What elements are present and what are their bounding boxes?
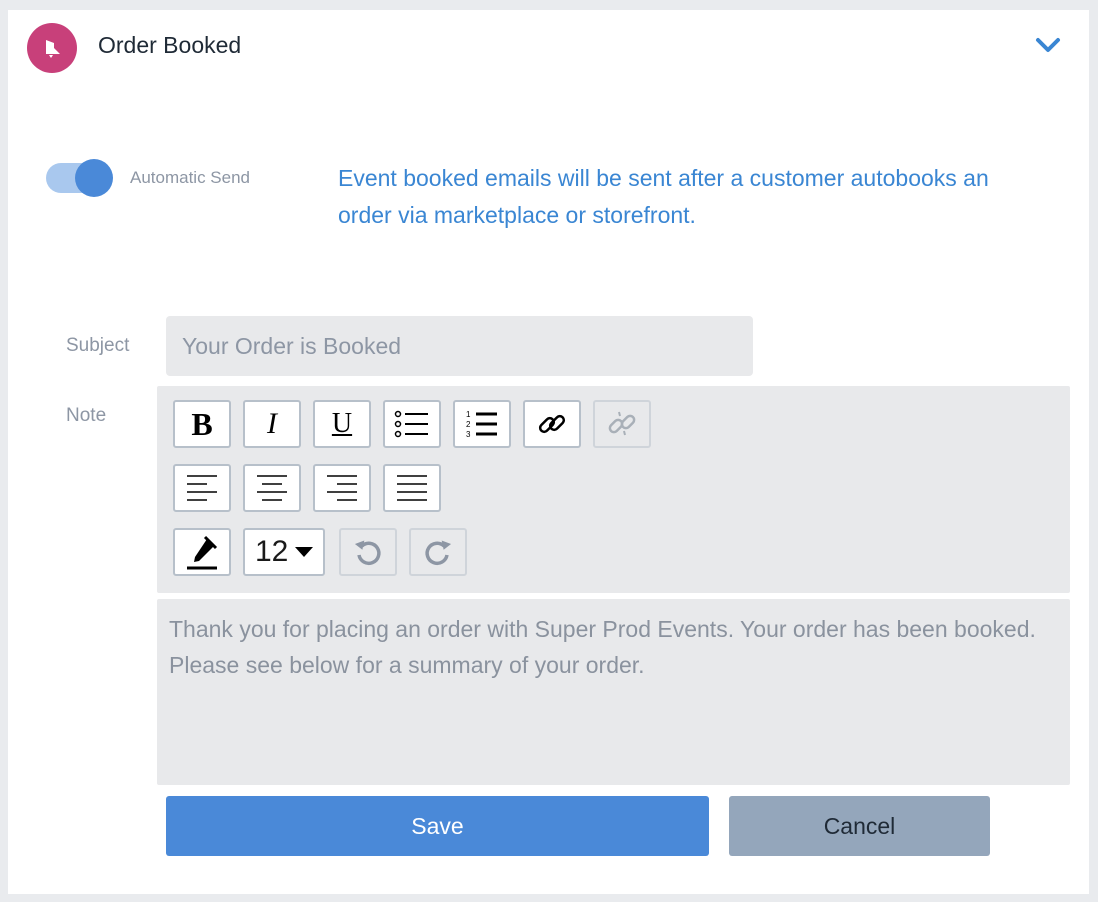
redo-button[interactable] (409, 528, 467, 576)
undo-icon (354, 540, 381, 565)
section-title: Order Booked (98, 32, 242, 58)
align-center-button[interactable] (243, 464, 301, 512)
toggle-knob (75, 159, 113, 197)
save-button[interactable]: Save (166, 796, 709, 856)
italic-icon: I (267, 407, 277, 440)
chevron-down-icon[interactable] (1033, 36, 1063, 56)
align-left-button[interactable] (173, 464, 231, 512)
underline-icon: U (331, 408, 353, 439)
undo-button[interactable] (339, 528, 397, 576)
link-icon (538, 414, 566, 434)
align-left-icon (187, 475, 217, 501)
automatic-send-toggle[interactable] (46, 159, 116, 198)
align-justify-icon (397, 475, 427, 501)
numbered-list-button[interactable]: 1 2 3 (453, 400, 511, 448)
align-center-icon (257, 475, 287, 501)
font-size-select[interactable]: 12 (243, 528, 325, 576)
bold-icon: B (191, 405, 213, 442)
link-button[interactable] (523, 400, 581, 448)
subject-label: Subject (66, 335, 130, 356)
align-right-button[interactable] (313, 464, 371, 512)
editor-toolbar: B I U 1 2 3 12 (157, 386, 1070, 593)
text-color-icon (187, 535, 218, 570)
svg-text:1: 1 (466, 410, 471, 419)
note-label: Note (66, 405, 107, 426)
redo-icon (425, 540, 452, 565)
bell-icon (27, 23, 77, 73)
italic-button[interactable]: I (243, 400, 301, 448)
bold-button[interactable]: B (173, 400, 231, 448)
unlink-button[interactable] (593, 400, 651, 448)
bullet-list-icon (394, 410, 428, 438)
font-size-value: 12 (255, 535, 289, 568)
subject-input[interactable] (166, 316, 753, 376)
underline-button[interactable]: U (313, 400, 371, 448)
svg-text:2: 2 (466, 420, 471, 429)
svg-text:3: 3 (466, 430, 471, 439)
info-message: Event booked emails will be sent after a… (338, 165, 989, 228)
caret-down-icon (295, 547, 314, 557)
unlink-icon (608, 411, 636, 436)
numbered-list-icon: 1 2 3 (466, 410, 497, 439)
automatic-send-label: Automatic Send (130, 168, 251, 187)
align-right-icon (327, 475, 357, 501)
cancel-button[interactable]: Cancel (729, 796, 990, 856)
email-template-card: Order Booked Automatic Send Event booked… (8, 10, 1089, 894)
note-editor[interactable]: Thank you for placing an order with Supe… (157, 599, 1070, 785)
text-color-button[interactable] (173, 528, 231, 576)
align-justify-button[interactable] (383, 464, 441, 512)
bullet-list-button[interactable] (383, 400, 441, 448)
